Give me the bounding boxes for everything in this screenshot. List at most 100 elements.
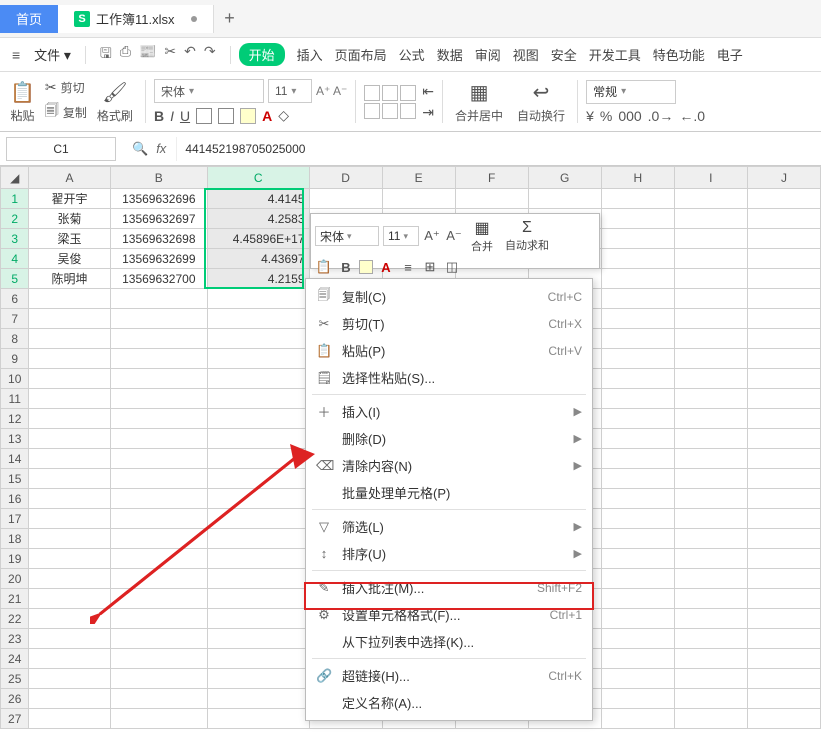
ctx-delete[interactable]: 删除(D)▶ — [306, 425, 592, 452]
ribbon-tab-insert[interactable]: 插入 — [297, 45, 323, 64]
row-header[interactable]: 22 — [1, 609, 29, 629]
row-header[interactable]: 21 — [1, 589, 29, 609]
cut-icon[interactable]: ✂ — [164, 43, 176, 67]
print-icon[interactable]: 📰 — [139, 43, 156, 67]
search-icon[interactable]: 🔍 — [132, 141, 148, 157]
col-header-c[interactable]: C — [208, 167, 309, 189]
merge-center-button[interactable]: ▦合并居中 — [455, 80, 503, 124]
col-header-g[interactable]: G — [528, 167, 601, 189]
ctx-dropdown[interactable]: 从下拉列表中选择(K)... — [306, 628, 592, 655]
row-header[interactable]: 8 — [1, 329, 29, 349]
cell[interactable]: 翟开宇 — [29, 189, 110, 209]
row-header[interactable]: 20 — [1, 569, 29, 589]
formula-input[interactable]: 441452198705025000 — [176, 137, 821, 161]
row-header[interactable]: 12 — [1, 409, 29, 429]
cell[interactable]: 梁玉 — [29, 229, 110, 249]
ctx-comment[interactable]: ✎插入批注(M)...Shift+F2 — [306, 574, 592, 601]
undo-icon[interactable]: ↶ — [184, 43, 196, 67]
ctx-insert[interactable]: ＋插入(I)▶ — [306, 398, 592, 425]
border-button[interactable] — [196, 108, 212, 124]
ctx-format-cells[interactable]: ⚙设置单元格格式(F)...Ctrl+1 — [306, 601, 592, 628]
tab-add-button[interactable]: + — [214, 8, 246, 29]
ctx-define-name[interactable]: 定义名称(A)... — [306, 689, 592, 716]
format-painter-button[interactable]: 🖌格式刷 — [97, 80, 133, 124]
row-header[interactable]: 23 — [1, 629, 29, 649]
mini-font-select[interactable]: 宋体▾ — [315, 226, 379, 246]
italic-button[interactable]: I — [170, 108, 174, 124]
row-header[interactable]: 24 — [1, 649, 29, 669]
ribbon-tab-data[interactable]: 数据 — [437, 45, 463, 64]
mini-dec-font-icon[interactable]: A⁻ — [445, 227, 463, 245]
col-header-e[interactable]: E — [382, 167, 455, 189]
indent-decrease-button[interactable]: ⇤ — [422, 83, 434, 100]
row-header[interactable]: 18 — [1, 529, 29, 549]
ctx-sort[interactable]: ↕排序(U)▶ — [306, 540, 592, 567]
col-header-b[interactable]: B — [110, 167, 207, 189]
name-box[interactable]: C1 — [6, 137, 116, 161]
mini-size-select[interactable]: 11▾ — [383, 226, 419, 246]
font-color-button[interactable]: A — [262, 108, 272, 124]
ctx-cut[interactable]: ✂剪切(T)Ctrl+X — [306, 310, 592, 337]
col-header-i[interactable]: I — [674, 167, 747, 189]
indent-increase-button[interactable]: ⇥ — [422, 104, 434, 121]
row-header[interactable]: 13 — [1, 429, 29, 449]
tab-document[interactable]: S 工作簿11.xlsx — [58, 5, 214, 33]
mini-align-icon[interactable]: ≡ — [399, 258, 417, 276]
number-format-select[interactable]: 常规▾ — [586, 80, 676, 104]
ribbon-tab-layout[interactable]: 页面布局 — [335, 45, 387, 64]
ctx-copy[interactable]: 🗐复制(C)Ctrl+C — [306, 283, 592, 310]
ctx-paste[interactable]: 📋粘贴(P)Ctrl+V — [306, 337, 592, 364]
mini-paste-icon[interactable]: 📋 — [315, 258, 333, 276]
col-header-j[interactable]: J — [747, 167, 820, 189]
ctx-filter[interactable]: ▽筛选(L)▶ — [306, 513, 592, 540]
cell[interactable]: 13569632698 — [110, 229, 207, 249]
col-header-d[interactable]: D — [309, 167, 382, 189]
row-header[interactable]: 7 — [1, 309, 29, 329]
row-header[interactable]: 26 — [1, 689, 29, 709]
ribbon-tab-start[interactable]: 开始 — [239, 43, 285, 66]
copy-button[interactable]: 🗐复制 — [45, 100, 87, 124]
ribbon-tab-formula[interactable]: 公式 — [399, 45, 425, 64]
ribbon-tab-security[interactable]: 安全 — [551, 45, 577, 64]
row-header[interactable]: 4 — [1, 249, 29, 269]
ctx-paste-special[interactable]: 🗒选择性粘贴(S)... — [306, 364, 592, 391]
font-size-select[interactable]: 11▾ — [268, 79, 312, 103]
row-header[interactable]: 19 — [1, 549, 29, 569]
col-header-f[interactable]: F — [455, 167, 528, 189]
currency-icon[interactable]: ¥ — [586, 108, 594, 124]
row-header[interactable]: 2 — [1, 209, 29, 229]
cell[interactable]: 陈明坤 — [29, 269, 110, 289]
row-header[interactable]: 14 — [1, 449, 29, 469]
cell[interactable]: 张菊 — [29, 209, 110, 229]
col-header-h[interactable]: H — [601, 167, 674, 189]
cell[interactable]: 13569632696 — [110, 189, 207, 209]
mini-bold-icon[interactable]: B — [337, 258, 355, 276]
ribbon-tab-dev[interactable]: 开发工具 — [589, 45, 641, 64]
cell[interactable]: 13569632697 — [110, 209, 207, 229]
row-header[interactable]: 3 — [1, 229, 29, 249]
mini-inc-font-icon[interactable]: A⁺ — [423, 227, 441, 245]
cell[interactable]: 13569632700 — [110, 269, 207, 289]
alignment-buttons[interactable] — [364, 85, 416, 119]
select-all-corner[interactable]: ◢ — [1, 167, 29, 189]
row-header[interactable]: 25 — [1, 669, 29, 689]
mini-border-icon[interactable]: ⊞ — [421, 258, 439, 276]
row-header[interactable]: 11 — [1, 389, 29, 409]
cut-button[interactable]: ✂剪切 — [45, 79, 87, 96]
mini-style-icon[interactable]: ◫ — [443, 258, 461, 276]
ctx-hyperlink[interactable]: 🔗超链接(H)...Ctrl+K — [306, 662, 592, 689]
cell[interactable]: 吴俊 — [29, 249, 110, 269]
fx-icon[interactable]: fx — [156, 141, 166, 156]
row-header[interactable]: 6 — [1, 289, 29, 309]
print-preview-icon[interactable]: ⎙ — [120, 43, 131, 67]
ribbon-tab-esign[interactable]: 电子 — [717, 45, 743, 64]
save-icon[interactable]: 🖫 — [100, 43, 112, 67]
comma-icon[interactable]: 000 — [618, 108, 641, 124]
wrap-text-button[interactable]: ↩自动换行 — [517, 80, 565, 124]
ribbon-tab-review[interactable]: 审阅 — [475, 45, 501, 64]
tab-home[interactable]: 首页 — [0, 5, 58, 33]
percent-icon[interactable]: % — [600, 108, 612, 124]
row-header[interactable]: 1 — [1, 189, 29, 209]
underline-button[interactable]: U — [180, 108, 190, 124]
bold-button[interactable]: B — [154, 108, 164, 124]
